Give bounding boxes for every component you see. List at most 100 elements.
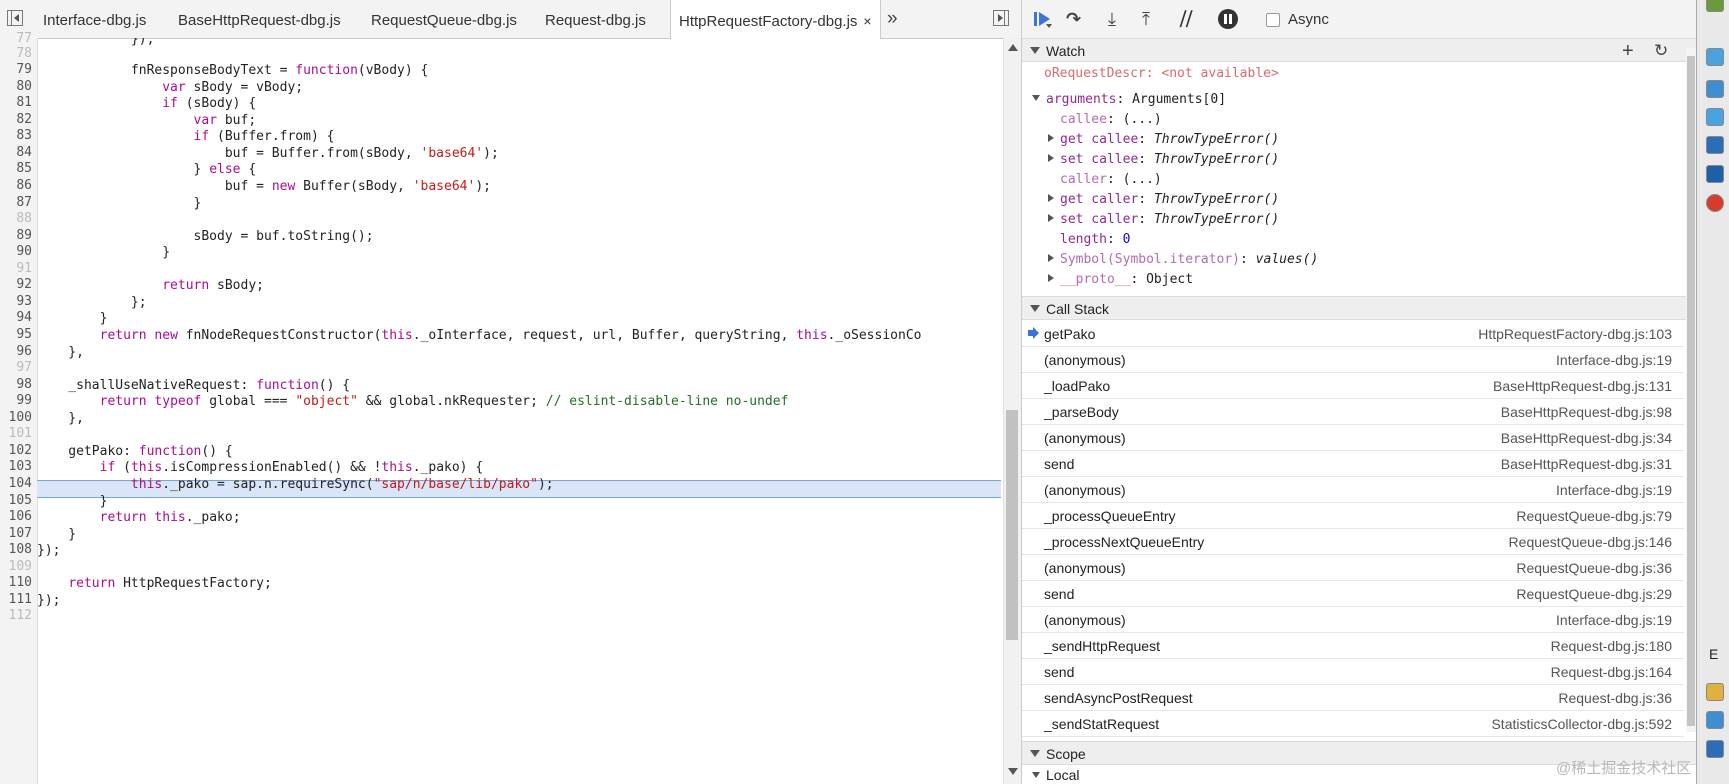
line-number[interactable]: 111 — [0, 592, 32, 607]
sidebar-scrollbar[interactable] — [1686, 48, 1696, 732]
frame-location[interactable]: Request-dbg.js:36 — [1558, 685, 1672, 711]
refresh-watch-icon[interactable]: ↻ — [1654, 39, 1668, 63]
scroll-up-icon[interactable] — [1008, 44, 1018, 51]
frame-location[interactable]: RequestQueue-dbg.js:36 — [1516, 555, 1672, 581]
step-over-button[interactable]: ↷ — [1066, 9, 1088, 29]
line-number[interactable]: 104 — [0, 476, 32, 491]
line-number[interactable]: 77 — [0, 31, 32, 46]
line-number[interactable]: 89 — [0, 228, 32, 243]
watch-property[interactable]: length: 0 — [1060, 231, 1130, 249]
step-into-button[interactable]: ⤓ — [1101, 9, 1123, 29]
expand-icon[interactable] — [1048, 134, 1054, 142]
frame-location[interactable]: RequestQueue-dbg.js:79 — [1516, 503, 1672, 529]
line-number[interactable]: 97 — [0, 360, 32, 375]
call-frame[interactable]: send RequestQueue-dbg.js:29 — [1022, 581, 1684, 607]
call-frame[interactable]: _sendStatRequest StatisticsCollector-dbg.… — [1022, 711, 1684, 737]
frame-location[interactable]: RequestQueue-dbg.js:146 — [1509, 529, 1672, 555]
watch-item[interactable]: arguments: Arguments[0] — [1032, 91, 1226, 109]
line-number[interactable]: 80 — [0, 79, 32, 94]
call-stack-section-header[interactable]: Call Stack — [1022, 296, 1696, 320]
tab-interface[interactable]: Interface-dbg.js — [43, 0, 146, 38]
line-number[interactable]: 109 — [0, 559, 32, 574]
frame-location[interactable]: BaseHttpRequest-dbg.js:131 — [1493, 373, 1672, 399]
expand-icon[interactable] — [1048, 214, 1054, 222]
line-number[interactable]: 83 — [0, 128, 32, 143]
call-frame[interactable]: send BaseHttpRequest-dbg.js:31 — [1022, 451, 1684, 477]
resume-button[interactable] — [1032, 9, 1054, 29]
tab-requestqueue[interactable]: RequestQueue-dbg.js — [371, 0, 517, 38]
line-number[interactable]: 103 — [0, 459, 32, 474]
app-icon[interactable] — [1706, 136, 1724, 154]
frame-location[interactable]: HttpRequestFactory-dbg.js:103 — [1478, 321, 1672, 347]
app-icon[interactable] — [1706, 165, 1724, 183]
call-frame[interactable]: (anonymous) Interface-dbg.js:19 — [1022, 607, 1684, 633]
line-number[interactable]: 81 — [0, 95, 32, 110]
line-number[interactable]: 94 — [0, 310, 32, 325]
async-checkbox[interactable] — [1266, 13, 1280, 28]
watch-item[interactable]: oRequestDescr: <not available> — [1044, 65, 1279, 83]
call-frame[interactable]: _sendHttpRequest Request-dbg.js:180 — [1022, 633, 1684, 659]
expand-icon[interactable] — [1048, 254, 1054, 262]
scope-local[interactable]: Local — [1032, 766, 1079, 784]
line-number[interactable]: 105 — [0, 493, 32, 508]
line-number[interactable]: 82 — [0, 112, 32, 127]
editor-scrollbar[interactable] — [1003, 38, 1021, 784]
frame-location[interactable]: BaseHttpRequest-dbg.js:98 — [1501, 399, 1672, 425]
line-number[interactable]: 110 — [0, 575, 32, 590]
app-icon[interactable] — [1706, 80, 1724, 98]
call-frame[interactable]: (anonymous) Interface-dbg.js:19 — [1022, 347, 1684, 373]
call-frame[interactable]: (anonymous) BaseHttpRequest-dbg.js:34 — [1022, 425, 1684, 451]
line-number[interactable]: 79 — [0, 62, 32, 77]
call-frame[interactable]: sendAsyncPostRequest Request-dbg.js:36 — [1022, 685, 1684, 711]
tab-basehttprequest[interactable]: BaseHttpRequest-dbg.js — [178, 0, 341, 38]
line-number[interactable]: 91 — [0, 261, 32, 276]
app-icon[interactable] — [1706, 0, 1724, 12]
line-number[interactable]: 107 — [0, 526, 32, 541]
expand-icon[interactable] — [1048, 154, 1054, 162]
scrollbar-thumb[interactable] — [1006, 410, 1018, 640]
line-number[interactable]: 92 — [0, 277, 32, 292]
toggle-navigator-icon[interactable] — [7, 10, 23, 26]
close-tab-icon[interactable]: × — [863, 0, 871, 42]
line-number[interactable]: 93 — [0, 294, 32, 309]
watch-property[interactable]: set caller: ThrowTypeError() — [1048, 211, 1279, 229]
line-number[interactable]: 78 — [0, 46, 32, 61]
add-watch-icon[interactable]: + — [1622, 39, 1634, 63]
frame-location[interactable]: Interface-dbg.js:19 — [1556, 347, 1672, 373]
line-number[interactable]: 99 — [0, 393, 32, 408]
tab-httprequestfactory[interactable]: HttpRequestFactory-dbg.js × — [670, 0, 881, 39]
watch-property[interactable]: caller: (...) — [1060, 171, 1162, 189]
app-icon[interactable] — [1706, 48, 1724, 66]
app-icon[interactable] — [1706, 108, 1724, 126]
pause-on-exceptions-button[interactable] — [1218, 9, 1238, 29]
frame-location[interactable]: Request-dbg.js:164 — [1551, 659, 1672, 685]
call-frame[interactable]: _parseBody BaseHttpRequest-dbg.js:98 — [1022, 399, 1684, 425]
frame-location[interactable]: StatisticsCollector-dbg.js:592 — [1491, 711, 1672, 737]
watch-property[interactable]: set callee: ThrowTypeError() — [1048, 151, 1279, 169]
line-number[interactable]: 100 — [0, 410, 32, 425]
sidebar-scrollbar-thumb[interactable] — [1687, 56, 1695, 726]
line-number[interactable]: 106 — [0, 509, 32, 524]
code-area[interactable]: }); fnResponseBodyText = function(vBody)… — [37, 38, 1001, 784]
call-frame[interactable]: _processNextQueueEntry RequestQueue-dbg.j… — [1022, 529, 1684, 555]
line-number[interactable]: 85 — [0, 161, 32, 176]
line-number[interactable]: 95 — [0, 327, 32, 342]
line-number[interactable]: 98 — [0, 377, 32, 392]
line-number[interactable]: 112 — [0, 608, 32, 623]
deactivate-breakpoints-button[interactable]: ⧸⧸ — [1180, 9, 1202, 29]
line-number[interactable]: 101 — [0, 426, 32, 441]
call-frame[interactable]: send Request-dbg.js:164 — [1022, 659, 1684, 685]
line-number-gutter[interactable]: 77 78 79 80 81 82 83 84 85 86 87 88 89 9… — [0, 31, 38, 784]
watch-section-header[interactable]: Watch + ↻ — [1022, 38, 1696, 62]
scroll-down-icon[interactable] — [1008, 768, 1018, 775]
async-toggle[interactable]: Async — [1266, 10, 1329, 30]
app-icon[interactable] — [1706, 683, 1724, 701]
expand-icon[interactable] — [1032, 772, 1040, 778]
watch-property[interactable]: get caller: ThrowTypeError() — [1048, 191, 1279, 209]
watch-property[interactable]: __proto__: Object — [1048, 271, 1193, 289]
frame-location[interactable]: Interface-dbg.js:19 — [1556, 477, 1672, 503]
app-icon[interactable] — [1706, 194, 1724, 212]
app-icon[interactable] — [1706, 711, 1724, 729]
watch-property[interactable]: Symbol(Symbol.iterator): values() — [1048, 251, 1318, 269]
line-number[interactable]: 90 — [0, 244, 32, 259]
